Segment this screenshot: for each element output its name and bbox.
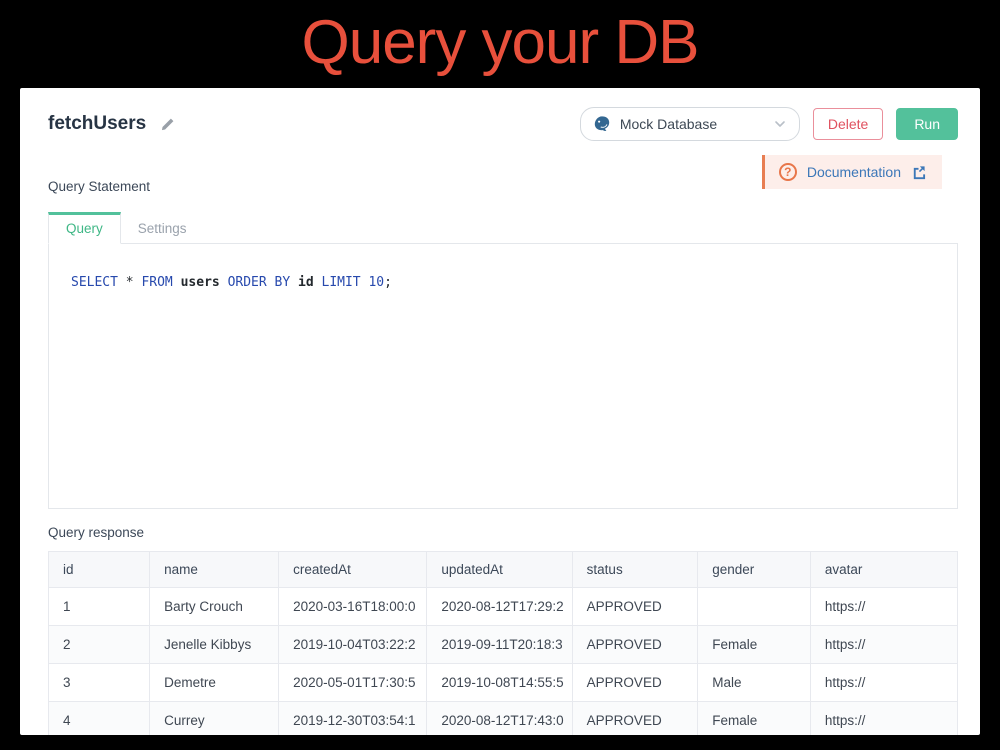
tab-settings[interactable]: Settings	[121, 215, 204, 243]
table-cell: Female	[698, 702, 811, 736]
table-cell: https://	[810, 626, 957, 664]
sql-token-keyword: SELECT	[71, 275, 118, 290]
database-select[interactable]: Mock Database	[580, 107, 800, 141]
chevron-down-icon	[773, 117, 787, 131]
query-response-label: Query response	[48, 525, 958, 540]
table-cell: 2020-08-12T17:43:0	[427, 702, 572, 736]
table-row[interactable]: 2Jenelle Kibbys2019-10-04T03:22:22019-09…	[49, 626, 958, 664]
sql-token-plain	[290, 275, 298, 290]
table-cell: https://	[810, 702, 957, 736]
sql-token-identifier: users	[181, 275, 220, 290]
sql-token-plain	[314, 275, 322, 290]
sql-token-keyword: FROM	[141, 275, 172, 290]
table-cell: 2019-09-11T20:18:3	[427, 626, 572, 664]
table-cell: APPROVED	[572, 664, 698, 702]
panel-header: fetchUsers Mock Database Delete Run	[48, 107, 958, 141]
sql-token-plain	[118, 275, 126, 290]
table-cell: 2019-10-04T03:22:2	[279, 626, 427, 664]
query-name: fetchUsers	[48, 113, 146, 135]
table-cell: 2019-10-08T14:55:5	[427, 664, 572, 702]
delete-button[interactable]: Delete	[813, 108, 883, 140]
table-cell: Jenelle Kibbys	[150, 626, 279, 664]
tab-query[interactable]: Query	[48, 212, 121, 244]
column-header-createdAt[interactable]: createdAt	[279, 552, 427, 588]
table-row[interactable]: 1Barty Crouch2020-03-16T18:00:02020-08-1…	[49, 588, 958, 626]
table-cell	[698, 588, 811, 626]
results-table-container[interactable]: idnamecreatedAtupdatedAtstatusgenderavat…	[48, 551, 958, 735]
table-cell: 2020-05-01T17:30:5	[279, 664, 427, 702]
table-cell: Barty Crouch	[150, 588, 279, 626]
page-title: Query your DB	[0, 6, 1000, 80]
column-header-name[interactable]: name	[150, 552, 279, 588]
table-cell: APPROVED	[572, 626, 698, 664]
sql-token-plain	[173, 275, 181, 290]
table-row[interactable]: 4Currey2019-12-30T03:54:12020-08-12T17:4…	[49, 702, 958, 736]
column-header-gender[interactable]: gender	[698, 552, 811, 588]
sql-token-keyword: LIMIT	[322, 275, 361, 290]
table-cell: 2019-12-30T03:54:1	[279, 702, 427, 736]
column-header-status[interactable]: status	[572, 552, 698, 588]
column-header-updatedAt[interactable]: updatedAt	[427, 552, 572, 588]
header-controls: Mock Database Delete Run	[580, 107, 958, 141]
table-cell: APPROVED	[572, 588, 698, 626]
results-table: idnamecreatedAtupdatedAtstatusgenderavat…	[48, 551, 958, 735]
table-cell: Male	[698, 664, 811, 702]
question-circle-icon: ?	[779, 163, 797, 181]
table-cell: 2020-08-12T17:29:2	[427, 588, 572, 626]
sql-code-line[interactable]: SELECT * FROM users ORDER BY id LIMIT 10…	[71, 275, 392, 290]
sql-token-keyword: ORDER BY	[228, 275, 291, 290]
table-row[interactable]: 3Demetre2020-05-01T17:30:52019-10-08T14:…	[49, 664, 958, 702]
table-cell: Demetre	[150, 664, 279, 702]
external-link-icon	[911, 165, 926, 180]
table-header-row: idnamecreatedAtupdatedAtstatusgenderavat…	[49, 552, 958, 588]
table-cell: 3	[49, 664, 150, 702]
sql-token-plain	[220, 275, 228, 290]
query-editor-panel: fetchUsers Mock Database Delete Run	[20, 88, 980, 735]
sql-token-plain: ;	[384, 275, 392, 290]
table-cell: APPROVED	[572, 702, 698, 736]
table-cell: 4	[49, 702, 150, 736]
table-cell: 2	[49, 626, 150, 664]
sql-token-plain: *	[126, 275, 134, 290]
table-cell: 1	[49, 588, 150, 626]
sql-token-number: 10	[368, 275, 384, 290]
postgresql-icon	[593, 115, 611, 133]
tab-bar: Query Settings	[48, 212, 958, 244]
documentation-link-label: Documentation	[807, 164, 901, 180]
run-button[interactable]: Run	[896, 108, 958, 140]
sql-token-identifier: id	[298, 275, 314, 290]
column-header-id[interactable]: id	[49, 552, 150, 588]
table-cell: https://	[810, 664, 957, 702]
edit-pencil-icon[interactable]	[160, 117, 175, 132]
documentation-banner[interactable]: ? Documentation	[762, 155, 942, 189]
sql-editor[interactable]: SELECT * FROM users ORDER BY id LIMIT 10…	[48, 244, 958, 509]
table-cell: 2020-03-16T18:00:0	[279, 588, 427, 626]
table-cell: https://	[810, 588, 957, 626]
database-select-value: Mock Database	[620, 116, 764, 132]
table-cell: Currey	[150, 702, 279, 736]
table-cell: Female	[698, 626, 811, 664]
column-header-avatar[interactable]: avatar	[810, 552, 957, 588]
